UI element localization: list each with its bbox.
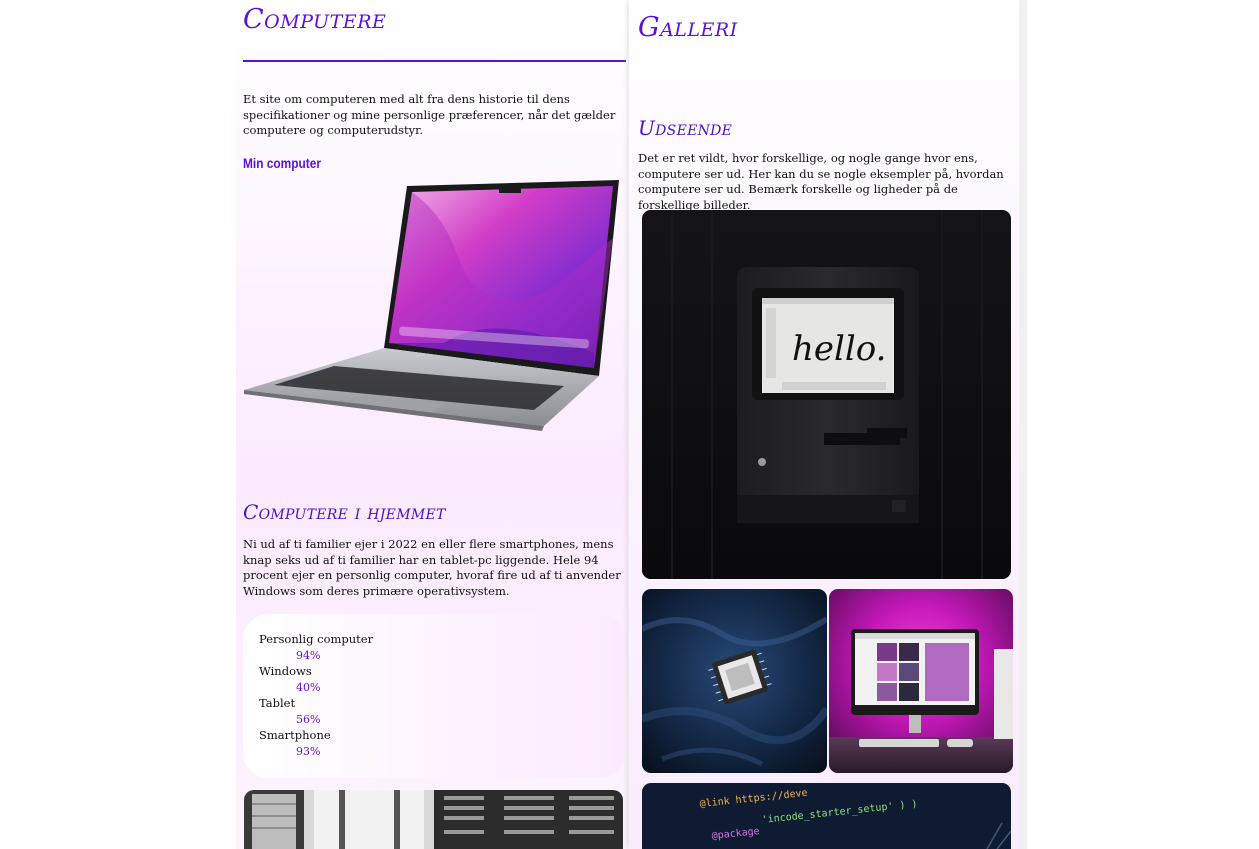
stat-label-windows: Windows — [259, 664, 312, 678]
home-heading: Computere i hjemmet — [243, 500, 446, 524]
stat-label-smartphone: Smartphone — [259, 728, 331, 742]
code-photo: @link https://deve 'incode_starter_setup… — [642, 783, 1011, 849]
macintosh-photo: hello. — [642, 210, 1011, 579]
hello-text: hello. — [792, 329, 886, 369]
server-room-image — [244, 790, 623, 849]
appearance-text: Det er ret vildt, hvor forskellige, og n… — [638, 151, 1004, 212]
stat-value-pc: 94% — [296, 649, 321, 662]
chip-photo — [642, 589, 827, 773]
stat-label-tablet: Tablet — [259, 696, 296, 710]
gallery-title: Galleri — [638, 12, 738, 43]
intro-text: Et site om computeren med alt fra dens h… — [243, 92, 616, 137]
stat-value-smartphone: 93% — [296, 745, 321, 758]
page-title: Computere — [243, 4, 387, 35]
title-divider — [243, 60, 626, 62]
desk-setup-photo — [829, 589, 1013, 773]
home-text: Ni ud af ti familier ejer i 2022 en elle… — [243, 537, 621, 598]
panel-edge — [1019, 0, 1027, 849]
stat-label-pc: Personlig computer — [259, 632, 374, 646]
my-computer-heading: Min computer — [243, 155, 322, 171]
stat-value-tablet: 56% — [296, 713, 321, 726]
laptop-image — [244, 180, 619, 431]
stat-value-windows: 40% — [296, 681, 321, 694]
appearance-heading: Udseende — [638, 116, 733, 140]
